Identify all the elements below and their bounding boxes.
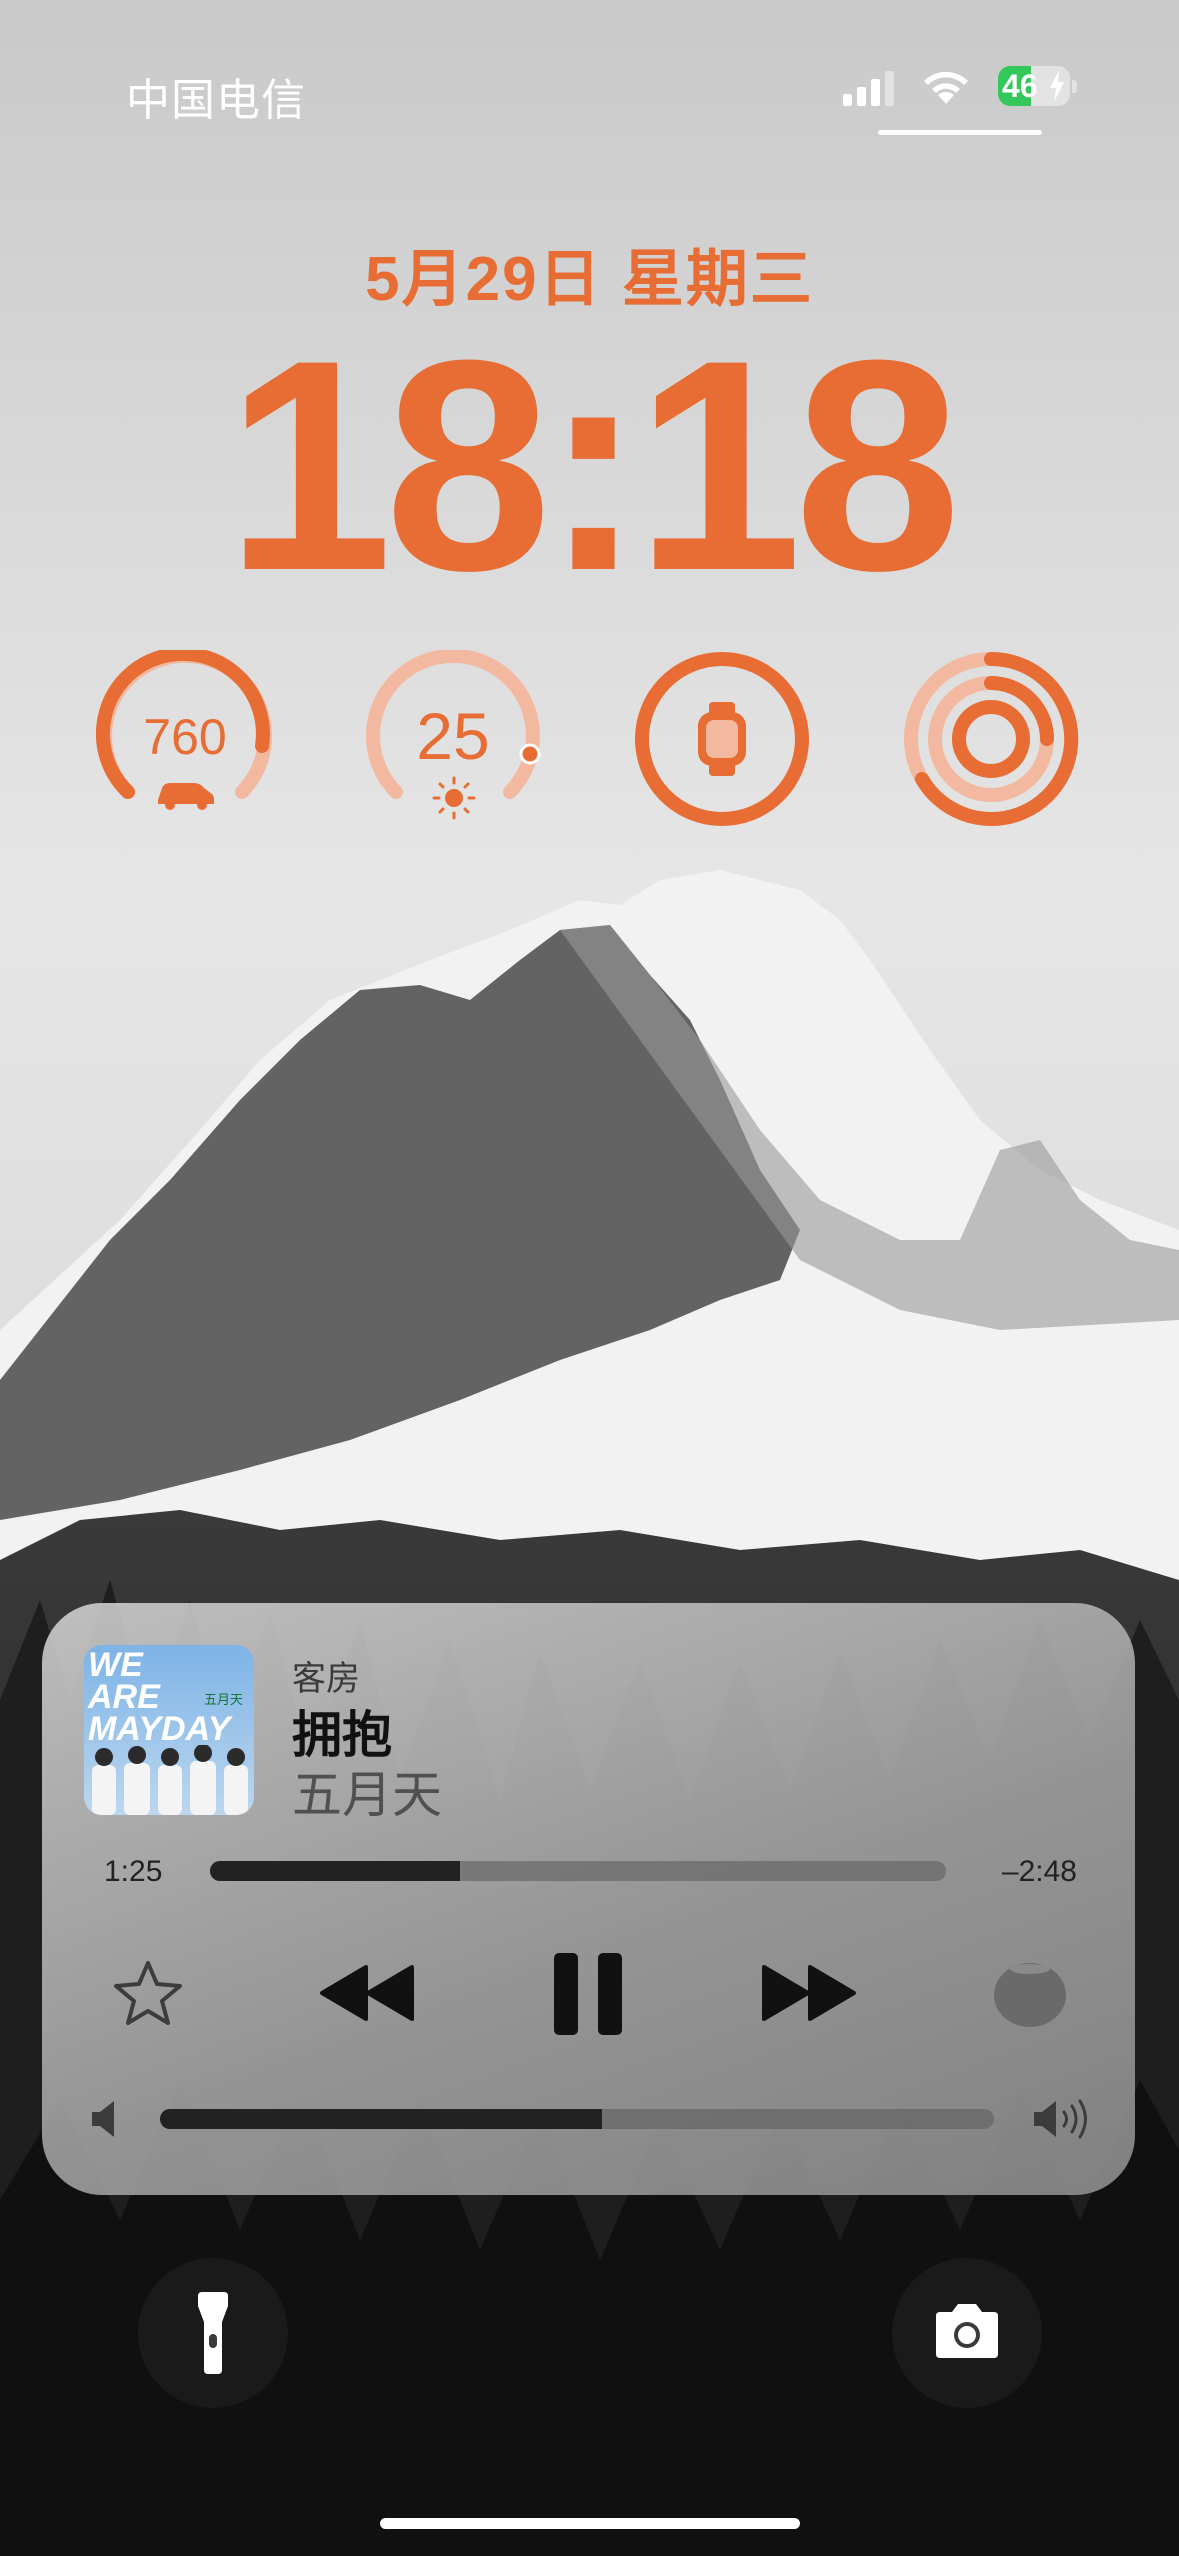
fast-forward-icon[interactable] (758, 1963, 858, 2023)
camera-button[interactable] (892, 2258, 1042, 2408)
album-art-subtitle: 五月天 (204, 1692, 244, 1707)
status-indicator-line (878, 130, 1042, 135)
artist-name: 五月天 (292, 1767, 442, 1823)
sun-icon (432, 776, 476, 825)
playback-progress-fill (210, 1861, 461, 1881)
activity-rings-icon (904, 651, 1079, 826)
album-art-text-line: ARE (88, 1678, 160, 1716)
camera-icon (932, 2302, 1002, 2367)
weather-widget[interactable]: 25 (364, 648, 542, 828)
carrier-label: 中国电信 (126, 76, 306, 125)
watch-battery-widget[interactable] (633, 650, 811, 828)
now-playing-card[interactable]: WE ARE MAYDAY 五月天 客房 拥抱 五月天 1:25 –2:48 (42, 1603, 1135, 2195)
pause-icon[interactable] (552, 1951, 624, 2037)
car-range-widget[interactable]: 760 (95, 646, 274, 828)
cellular-signal-icon (843, 70, 899, 111)
album-art-band-photo (92, 1745, 248, 1815)
elapsed-time: 1:25 (104, 1855, 163, 1888)
volume-high-icon (1032, 2097, 1092, 2141)
album-art-text-line: MAYDAY (88, 1710, 231, 1748)
volume-slider[interactable] (160, 2109, 994, 2129)
battery-indicator: 46 (998, 66, 1077, 106)
car-range-value: 760 (143, 709, 227, 765)
homepod-mini-icon[interactable] (992, 1959, 1068, 2029)
car-icon (154, 778, 216, 815)
status-bar: 中国电信 46 (0, 60, 1179, 135)
activity-rings-widget[interactable] (902, 650, 1080, 828)
home-indicator[interactable] (380, 2518, 800, 2529)
volume-level-fill (160, 2109, 603, 2129)
airplay-route-label: 客房 (292, 1660, 360, 1698)
flashlight-button[interactable] (138, 2258, 288, 2408)
rewind-icon[interactable] (318, 1963, 418, 2023)
temperature-value: 25 (416, 699, 490, 773)
lockscreen-clock: 18:18 (225, 297, 961, 633)
wifi-icon (920, 66, 972, 111)
remaining-time: –2:48 (1001, 1855, 1077, 1888)
charging-bolt-icon (1048, 70, 1066, 106)
album-art[interactable]: WE ARE MAYDAY 五月天 (84, 1645, 254, 1815)
flashlight-icon (196, 2292, 230, 2379)
star-icon[interactable] (112, 1959, 184, 2027)
battery-percentage: 46 (1002, 68, 1038, 104)
playback-scrubber[interactable] (210, 1861, 946, 1881)
watch-icon (695, 702, 749, 781)
album-art-text-line: WE (88, 1646, 143, 1684)
volume-low-icon (90, 2099, 120, 2139)
